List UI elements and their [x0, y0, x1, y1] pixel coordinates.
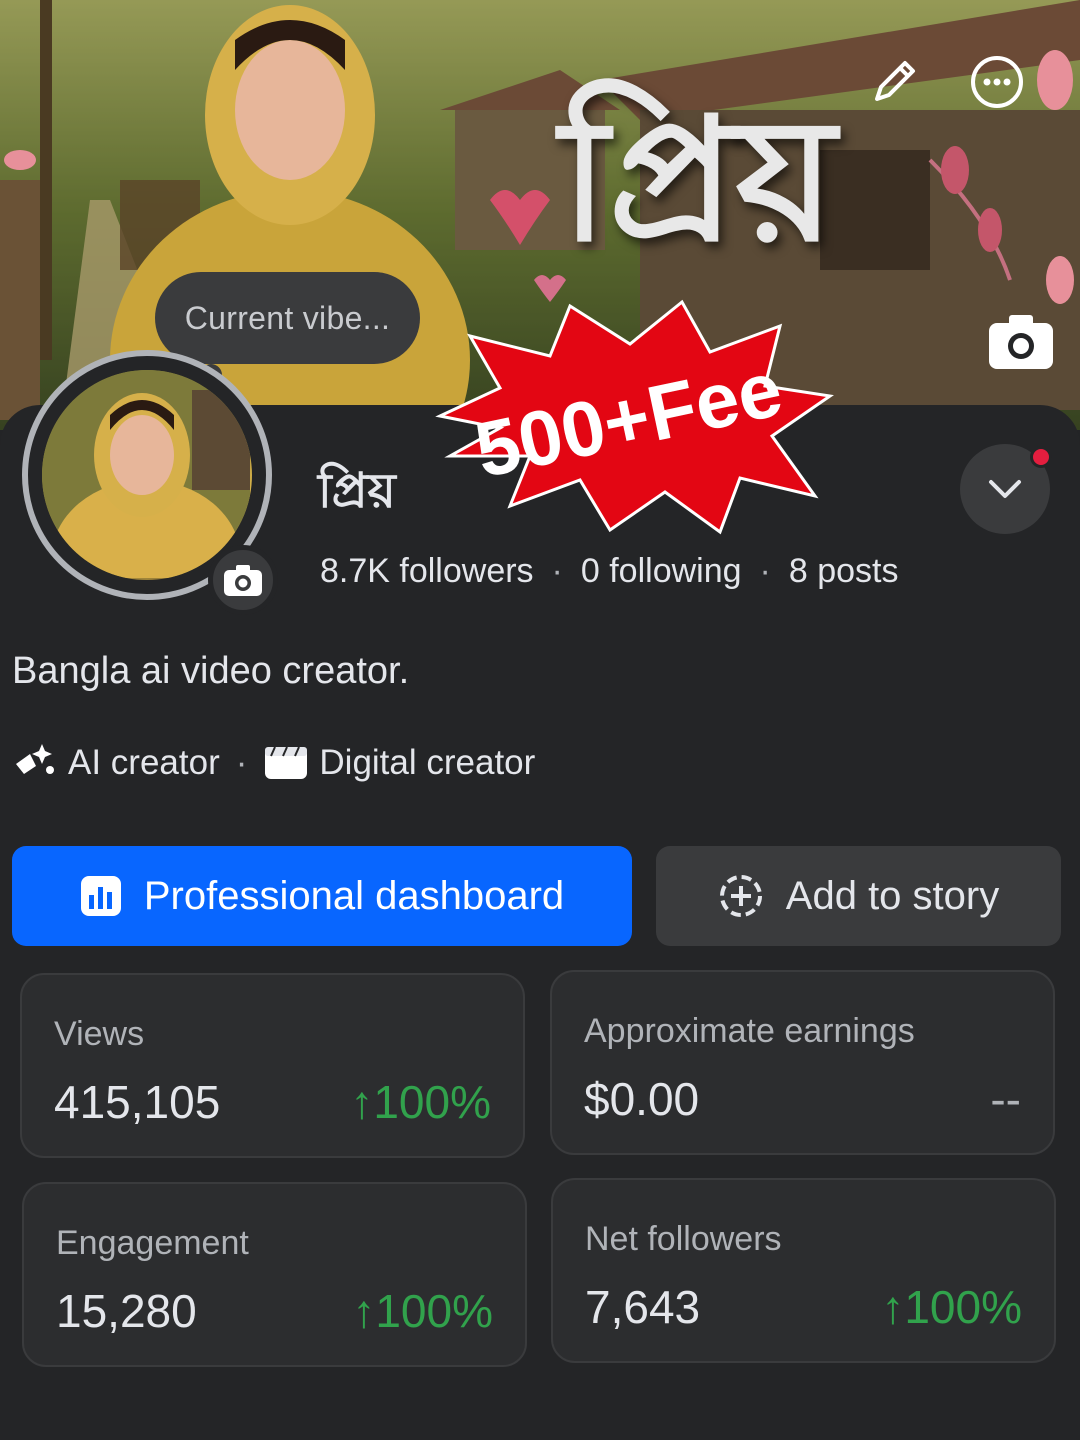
separator-dot: · — [759, 552, 771, 590]
metric-change: -- — [990, 1073, 1021, 1125]
cover-camera-button[interactable] — [985, 305, 1057, 377]
profile-bio: Bangla ai video creator. — [12, 650, 410, 692]
plus-circle-icon — [719, 875, 762, 917]
notification-dot — [1030, 446, 1052, 468]
metric-label: Approximate earnings — [584, 1012, 915, 1050]
profile-stats: 8.7K followers · 0 following · 8 posts — [320, 552, 898, 591]
more-options-button[interactable] — [965, 50, 1029, 114]
current-vibe-bubble[interactable]: Current vibe... — [155, 272, 420, 364]
avatar-camera-button[interactable] — [208, 545, 278, 615]
metric-label: Net followers — [585, 1220, 782, 1258]
metric-card-earnings[interactable]: Approximate earnings $0.00 -- — [550, 970, 1055, 1155]
cover-title-text: প্রিয় — [560, 80, 836, 280]
professional-dashboard-label: Professional dashboard — [143, 873, 565, 918]
profile-screen: প্রিয় Current vibe... প্রিয় 500+Fee 8.… — [0, 0, 1080, 1440]
clapperboard-icon — [263, 740, 309, 786]
metric-card-net-followers[interactable]: Net followers 7,643 ↑100% — [551, 1178, 1056, 1363]
separator-dot: · — [235, 743, 248, 782]
professional-dashboard-button[interactable]: Professional dashboard — [12, 846, 632, 946]
add-to-story-button[interactable]: Add to story — [656, 846, 1061, 946]
profile-name: প্রিয় — [318, 463, 396, 519]
camera-icon — [224, 565, 262, 596]
category-label: AI creator — [68, 743, 220, 782]
metric-change: ↑100% — [350, 1076, 491, 1128]
posts-count[interactable]: 8 posts — [789, 552, 899, 591]
edit-cover-button[interactable] — [862, 50, 926, 114]
metric-card-views[interactable]: Views 415,105 ↑100% — [20, 973, 525, 1158]
profile-categories: AI creator · Digital creator — [12, 740, 535, 786]
followers-count[interactable]: 8.7K followers — [320, 552, 534, 591]
metric-value: $0.00 — [584, 1073, 700, 1125]
camera-icon — [989, 315, 1053, 369]
sparkles-icon — [12, 740, 58, 786]
avatar — [42, 370, 252, 580]
following-count[interactable]: 0 following — [581, 552, 742, 591]
metric-value: 7,643 — [585, 1281, 701, 1333]
chart-icon — [80, 876, 121, 916]
avatar-image — [42, 370, 252, 580]
fee-starburst-badge: 500+Fee — [435, 299, 834, 535]
metric-label: Views — [54, 1015, 145, 1053]
separator-dot: · — [551, 552, 563, 590]
metric-change: ↑100% — [881, 1281, 1022, 1333]
category-label: Digital creator — [319, 743, 536, 782]
pencil-icon — [875, 61, 915, 101]
metric-label: Engagement — [56, 1224, 249, 1262]
metric-value: 415,105 — [54, 1076, 221, 1128]
metric-change: ↑100% — [352, 1285, 493, 1337]
chevron-down-icon — [989, 480, 1021, 498]
metric-value: 15,280 — [56, 1285, 197, 1337]
add-to-story-label: Add to story — [785, 873, 1000, 918]
more-icon — [971, 56, 1023, 108]
metric-card-engagement[interactable]: Engagement 15,280 ↑100% — [22, 1182, 527, 1367]
